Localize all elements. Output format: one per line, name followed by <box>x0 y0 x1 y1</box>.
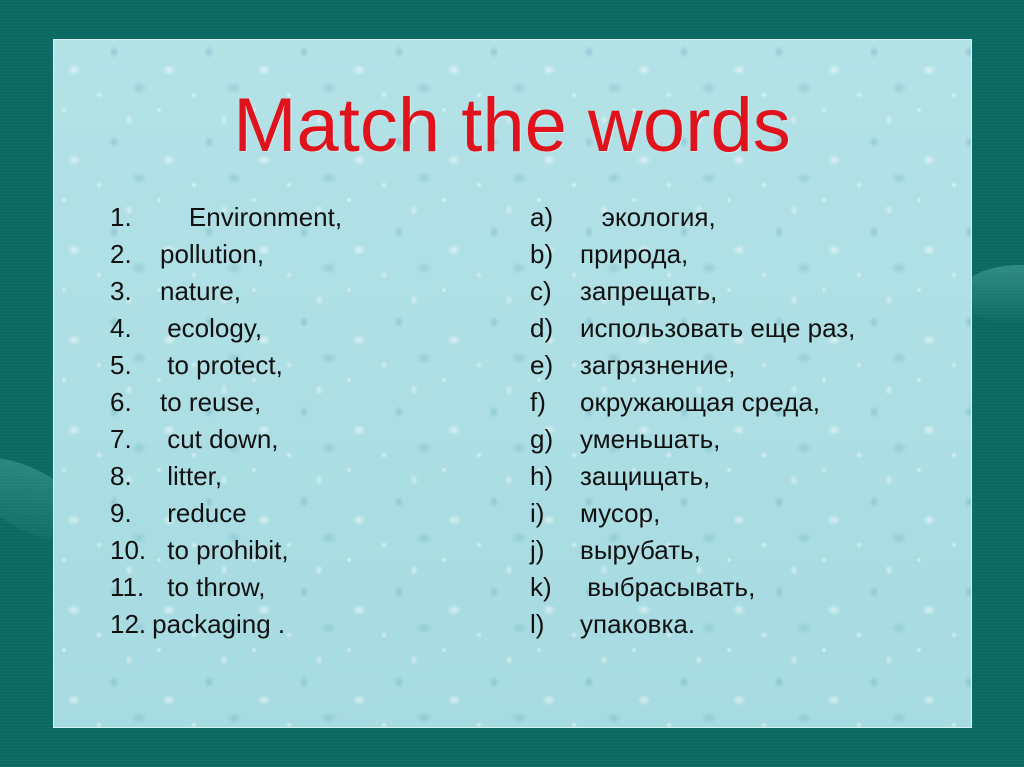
list-item: 6. to reuse, <box>110 384 342 421</box>
english-term: ecology, <box>160 313 263 343</box>
list-item: g) уменьшать, <box>530 421 855 458</box>
russian-term: защищать, <box>580 461 711 491</box>
english-term: Environment, <box>160 202 343 232</box>
list-item: 2. pollution, <box>110 236 342 273</box>
item-number: 8. <box>110 461 132 491</box>
item-letter: d) <box>530 313 554 343</box>
english-term: to throw, <box>160 572 266 602</box>
item-number: 9. <box>110 498 132 528</box>
list-item: l) упаковка. <box>530 606 855 643</box>
list-item: b) природа, <box>530 236 855 273</box>
english-term: cut down, <box>160 424 279 454</box>
russian-term: загрязнение, <box>580 350 736 380</box>
item-letter: i) <box>530 498 545 528</box>
english-term: to prohibit, <box>160 535 289 565</box>
list-item: h) защищать, <box>530 458 855 495</box>
list-item: j) вырубать, <box>530 532 855 569</box>
item-letter: f) <box>530 387 546 417</box>
slide-title: Match the words <box>233 83 791 168</box>
russian-term: упаковка. <box>580 609 696 639</box>
list-item: 3. nature, <box>110 273 342 310</box>
list-item: 8. litter, <box>110 458 342 495</box>
list-item: 1. Environment, <box>110 199 342 236</box>
english-term: litter, <box>160 461 223 491</box>
item-letter: a) <box>530 202 554 232</box>
list-item: c) запрещать, <box>530 273 855 310</box>
item-letter: c) <box>530 276 552 306</box>
item-letter: k) <box>530 572 552 602</box>
english-term: to reuse, <box>160 387 262 417</box>
russian-term: мусор, <box>580 498 661 528</box>
list-item: 9. reduce <box>110 495 342 532</box>
item-letter: h) <box>530 461 554 491</box>
list-item: a) экология, <box>530 199 855 236</box>
russian-term: выбрасывать, <box>580 572 756 602</box>
list-item: 7. cut down, <box>110 421 342 458</box>
russian-term: вырубать, <box>580 535 701 565</box>
item-number: 10. <box>110 535 147 565</box>
list-item: e) загрязнение, <box>530 347 855 384</box>
item-number: 11. <box>110 572 145 602</box>
item-number: 4. <box>110 313 132 343</box>
item-number: 2. <box>110 239 132 269</box>
list-item: i) мусор, <box>530 495 855 532</box>
russian-terms-list: a) экология, b) природа, c) запрещать, d) и… <box>530 199 855 643</box>
item-number: 5. <box>110 350 132 380</box>
item-letter: b) <box>530 239 554 269</box>
russian-term: экология, <box>580 202 716 232</box>
list-item: 12. packaging . <box>110 606 342 643</box>
item-number: 1. <box>110 202 132 232</box>
item-number: 6. <box>110 387 132 417</box>
item-number: 3. <box>110 276 132 306</box>
list-item: 5. to protect, <box>110 347 342 384</box>
english-term: pollution, <box>160 239 265 269</box>
english-term: nature, <box>160 276 241 306</box>
russian-term: природа, <box>580 239 689 269</box>
english-term: packaging . <box>152 609 286 639</box>
list-item: f) окружающая среда, <box>530 384 855 421</box>
item-letter: e) <box>530 350 554 380</box>
list-item: 10. to prohibit, <box>110 532 342 569</box>
russian-term: запрещать, <box>580 276 718 306</box>
english-terms-list: 1. Environment, 2. pollution, 3. nature, 4… <box>110 199 342 643</box>
item-letter: l) <box>530 609 545 639</box>
list-item: 4. ecology, <box>110 310 342 347</box>
item-number: 12. <box>110 609 147 639</box>
russian-term: уменьшать, <box>580 424 721 454</box>
item-number: 7. <box>110 424 132 454</box>
english-term: reduce <box>160 498 247 528</box>
english-term: to protect, <box>160 350 283 380</box>
list-item: d) использовать еще раз, <box>530 310 855 347</box>
russian-term: окружающая среда, <box>580 387 821 417</box>
russian-term: использовать еще раз, <box>580 313 856 343</box>
list-item: 11. to throw, <box>110 569 342 606</box>
item-letter: j) <box>530 535 545 565</box>
item-letter: g) <box>530 424 554 454</box>
list-item: k) выбрасывать, <box>530 569 855 606</box>
